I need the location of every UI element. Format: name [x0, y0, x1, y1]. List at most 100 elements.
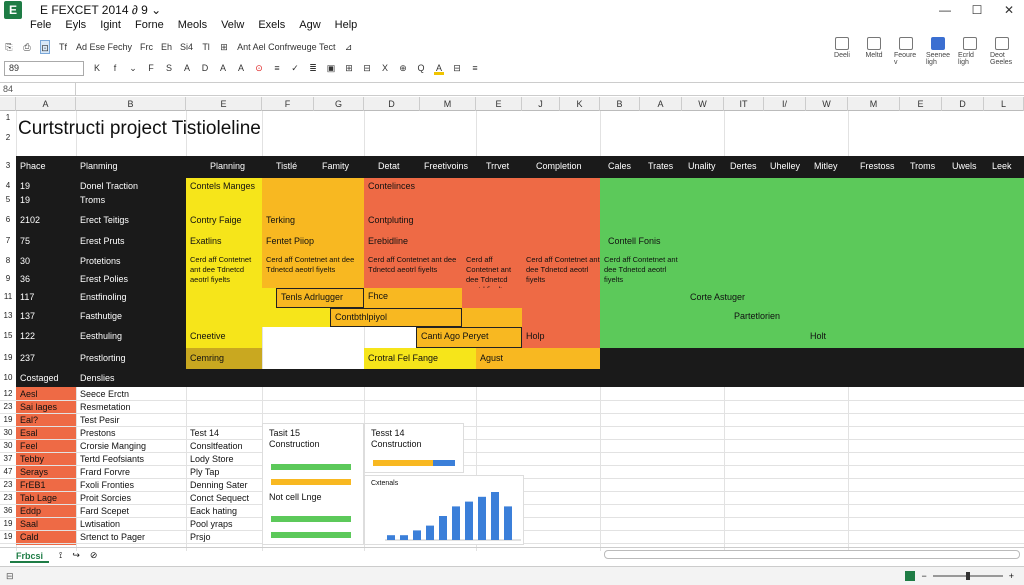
- phase-cell[interactable]: 117: [16, 292, 76, 302]
- row-number[interactable]: 47: [0, 467, 16, 476]
- layout-icon[interactable]: [905, 571, 916, 581]
- ribbon-seenee-button[interactable]: Seenee ligh: [926, 37, 950, 66]
- k-tool[interactable]: K: [92, 61, 102, 75]
- wrap-icon[interactable]: ≣: [308, 61, 318, 75]
- mini-progress-panel[interactable]: Tasit 15 Construction Not cell Lnge: [262, 423, 364, 545]
- detail-cell[interactable]: Lwtisation: [76, 519, 186, 529]
- ribbon-ecrld-button[interactable]: Ecrld ligh: [958, 37, 982, 66]
- header-cell[interactable]: Freetivoins: [420, 161, 476, 171]
- formula-bar[interactable]: 84: [0, 82, 1024, 96]
- menu-tools[interactable]: Meols: [178, 19, 207, 35]
- row-number[interactable]: 23: [0, 493, 16, 502]
- gantt-bar[interactable]: Cneetive: [186, 327, 262, 348]
- header-cell[interactable]: Completion: [532, 161, 598, 171]
- gantt-note[interactable]: Cerd aff Contetnet ant dee Tdnetcd aeotr…: [600, 253, 680, 288]
- menu-icon[interactable]: ≡: [470, 61, 480, 75]
- gantt-note[interactable]: Cerd aff Contetnet ant dee Tdnetcd aeotr…: [364, 253, 462, 288]
- phase-cell[interactable]: 19: [16, 195, 76, 205]
- note-cell[interactable]: Test 14: [186, 428, 262, 438]
- clear-icon[interactable]: X: [380, 61, 390, 75]
- phase-cell[interactable]: 19: [16, 181, 76, 191]
- row-number[interactable]: 15: [0, 331, 16, 340]
- detail-cell[interactable]: Resmetation: [76, 402, 186, 412]
- detail-cell[interactable]: Seece Erctn: [76, 389, 186, 399]
- row-number[interactable]: 12: [0, 389, 16, 398]
- zoom-out-button[interactable]: −: [921, 571, 926, 581]
- format-a-button[interactable]: A: [182, 61, 192, 75]
- sheet-icon[interactable]: ⊟: [452, 61, 462, 75]
- menu-agw[interactable]: Agw: [299, 19, 320, 35]
- task-cell[interactable]: Erest Polies: [76, 274, 186, 284]
- detail-cell[interactable]: Proit Sorcies: [76, 493, 186, 503]
- detail-cell[interactable]: Frard Forvre: [76, 467, 186, 477]
- col-header[interactable]: F: [262, 97, 314, 111]
- row-number[interactable]: 19: [0, 519, 16, 528]
- task-cell[interactable]: Donel Traction: [76, 181, 186, 191]
- cost-cell[interactable]: Sai lages: [16, 402, 76, 412]
- row-number[interactable]: 23: [0, 480, 16, 489]
- header-cell[interactable]: Planning: [206, 161, 266, 171]
- cost-cell[interactable]: Eal?: [16, 415, 76, 425]
- frc-tool[interactable]: Frc: [140, 40, 153, 54]
- header-cell[interactable]: Troms: [906, 161, 942, 171]
- nav-icon[interactable]: ⟟: [59, 550, 62, 561]
- gantt-bar[interactable]: Contpluting: [364, 211, 600, 233]
- phase-cell[interactable]: 2102: [16, 215, 76, 225]
- row-number[interactable]: 19: [0, 415, 16, 424]
- task-cell[interactable]: Erest Pruts: [76, 236, 186, 246]
- cost-cell[interactable]: Feel: [16, 441, 76, 451]
- row-number[interactable]: 11: [0, 292, 16, 301]
- gantt-bar[interactable]: Erebidline: [364, 233, 600, 253]
- phase-cell[interactable]: 75: [16, 236, 76, 246]
- ribbon-meltd-button[interactable]: Meltd: [862, 37, 886, 66]
- horizontal-scrollbar[interactable]: [604, 550, 1020, 559]
- align-icon[interactable]: ≡: [272, 61, 282, 75]
- header-cell[interactable]: Trates: [644, 161, 682, 171]
- cost-cell[interactable]: Eddp: [16, 506, 76, 516]
- col-header[interactable]: L: [984, 97, 1024, 111]
- conditional-format-dropdown[interactable]: Ant Ael Confrweuge Tect: [237, 40, 335, 54]
- ribbon-feoure-button[interactable]: Feoure v: [894, 37, 918, 66]
- col-header[interactable]: D: [942, 97, 984, 111]
- row-number[interactable]: 19: [0, 353, 16, 362]
- border-icon[interactable]: ▣: [326, 61, 336, 75]
- phase-cell[interactable]: 137: [16, 311, 76, 321]
- task-cell[interactable]: Troms: [76, 195, 186, 205]
- merge-cells-icon[interactable]: ⊟: [362, 61, 372, 75]
- col-header[interactable]: E: [900, 97, 942, 111]
- phase-cell[interactable]: 122: [16, 331, 76, 341]
- menu-help[interactable]: Help: [335, 19, 358, 35]
- gantt-bar[interactable]: Contry Faige: [186, 211, 262, 233]
- row-number[interactable]: 19: [0, 532, 16, 541]
- add-icon[interactable]: ⊕: [398, 61, 408, 75]
- cost-cell[interactable]: Tab Lage: [16, 493, 76, 503]
- gantt-bar[interactable]: Exatlins: [186, 233, 262, 253]
- task-cell[interactable]: Fasthutige: [76, 311, 186, 321]
- fill-color-button[interactable]: A: [434, 61, 444, 75]
- triangle-icon[interactable]: ⊿: [343, 40, 353, 54]
- gantt-bar[interactable]: Fentet Piiop: [262, 233, 364, 253]
- gantt-label[interactable]: Corte Astuger: [686, 292, 776, 302]
- gantt-bar[interactable]: Agust: [476, 348, 600, 369]
- zoom-slider[interactable]: [932, 572, 1003, 580]
- link-icon[interactable]: ⊘: [90, 550, 98, 561]
- font-tool[interactable]: Tf: [58, 40, 68, 54]
- phase-cell[interactable]: 36: [16, 274, 76, 284]
- task-cell[interactable]: Prestlorting: [76, 353, 186, 363]
- tl-tool[interactable]: Tl: [201, 40, 211, 54]
- gantt-bar[interactable]: Canti Ago Peryet: [416, 327, 522, 348]
- phase-cell[interactable]: 237: [16, 353, 76, 363]
- task-cell[interactable]: Erect Teitigs: [76, 215, 186, 225]
- header-cell[interactable]: Uwels: [948, 161, 984, 171]
- mini-bar-chart[interactable]: Cxtenals: [364, 475, 524, 545]
- select-icon[interactable]: ⊡: [40, 40, 50, 54]
- sheet-tab-active[interactable]: Frbcsi: [10, 549, 50, 563]
- note-cell[interactable]: Prsjo: [186, 532, 262, 542]
- gantt-note[interactable]: Cerd aff Contetnet ant dee Tdnetcd aeotr…: [462, 253, 522, 288]
- style-dropdown[interactable]: Ad Ese Fechy: [76, 40, 132, 54]
- menu-view[interactable]: Velw: [221, 19, 244, 35]
- copy-icon[interactable]: ⎘: [4, 40, 14, 54]
- note-cell[interactable]: Ply Tap: [186, 467, 262, 477]
- row-number[interactable]: 6: [0, 215, 16, 224]
- fx-tool[interactable]: f: [110, 61, 120, 75]
